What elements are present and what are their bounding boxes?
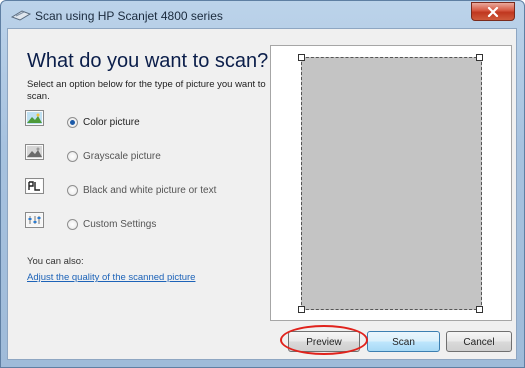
- preview-button[interactable]: Preview: [288, 331, 360, 352]
- crop-handle-bottom-left[interactable]: [298, 306, 305, 313]
- grayscale-picture-radio[interactable]: [67, 151, 78, 162]
- black-white-text-icon: [25, 178, 44, 194]
- cancel-button[interactable]: Cancel: [446, 331, 512, 352]
- instruction-text: Select an option below for the type of p…: [27, 79, 266, 102]
- close-icon: [487, 7, 499, 17]
- custom-settings-icon: [25, 212, 44, 228]
- black-white-radio[interactable]: [67, 185, 78, 196]
- grayscale-picture-icon: [25, 144, 44, 160]
- close-button[interactable]: [471, 2, 515, 21]
- also-label: You can also:: [27, 256, 84, 267]
- grayscale-picture-label[interactable]: Grayscale picture: [83, 151, 161, 162]
- scanner-icon: [11, 10, 31, 21]
- scan-area-selection[interactable]: [301, 57, 482, 310]
- custom-settings-label[interactable]: Custom Settings: [83, 219, 156, 230]
- title-bar[interactable]: Scan using HP Scanjet 4800 series: [1, 1, 524, 29]
- crop-handle-top-left[interactable]: [298, 54, 305, 61]
- window-title: Scan using HP Scanjet 4800 series: [35, 9, 223, 23]
- custom-settings-radio[interactable]: [67, 219, 78, 230]
- adjust-quality-link[interactable]: Adjust the quality of the scanned pictur…: [27, 272, 195, 283]
- scan-button[interactable]: Scan: [367, 331, 440, 352]
- color-picture-radio[interactable]: [67, 117, 78, 128]
- black-white-label[interactable]: Black and white picture or text: [83, 185, 216, 196]
- color-picture-icon: [25, 110, 44, 126]
- crop-handle-top-right[interactable]: [476, 54, 483, 61]
- color-picture-label[interactable]: Color picture: [83, 117, 140, 128]
- crop-handle-bottom-right[interactable]: [476, 306, 483, 313]
- page-heading: What do you want to scan?: [27, 50, 269, 72]
